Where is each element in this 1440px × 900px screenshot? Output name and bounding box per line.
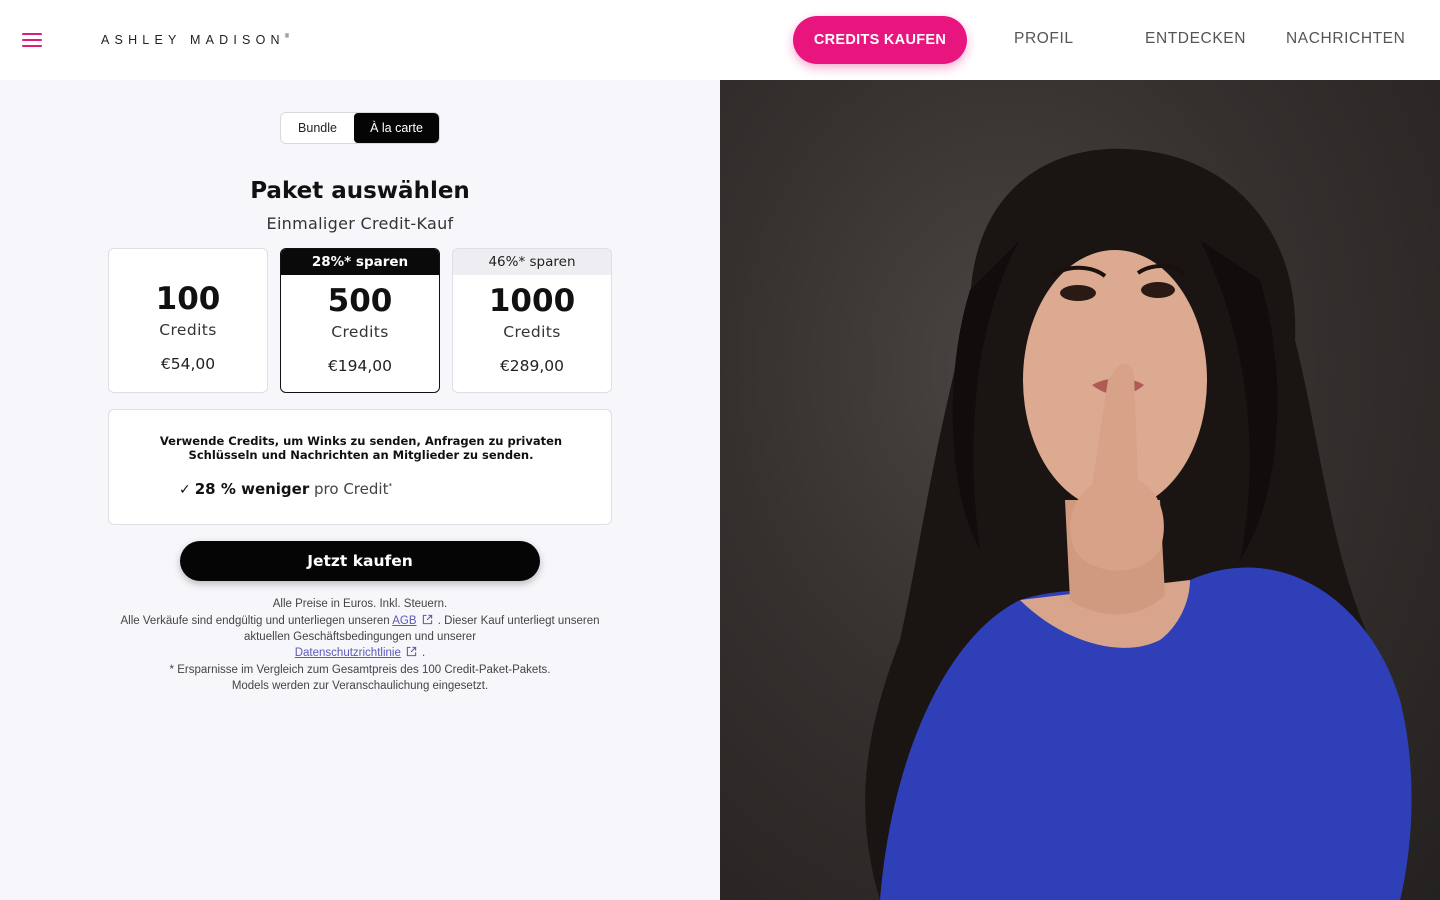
package-amount: 1000 <box>488 283 576 319</box>
page-title: Paket auswählen <box>250 178 470 204</box>
package-price: €194,00 <box>327 357 393 375</box>
package-amount: 100 <box>155 281 221 317</box>
package-card-500[interactable]: 28%* sparen 500 Credits €194,00 <box>280 248 440 393</box>
models-note: Models werden zur Veranschaulichung eing… <box>231 680 489 692</box>
woman-portrait-image <box>865 148 1412 900</box>
savings-per-credit: ✓ 28 % weniger pro Credit* <box>179 480 392 498</box>
hero-photo <box>720 80 1440 900</box>
savings-footnote: * Ersparnisse im Vergleich zum Gesamtpre… <box>169 664 551 676</box>
savings-badge: 46%* sparen <box>453 249 611 275</box>
toggle-a-la-carte[interactable]: À la carte <box>354 113 439 143</box>
package-price: €289,00 <box>499 357 565 375</box>
external-link-icon[interactable] <box>422 614 433 625</box>
info-description: Verwende Credits, um Winks zu senden, An… <box>159 434 563 462</box>
legal-note: Alle Verkäufe sind endgültig und unterli… <box>120 614 600 659</box>
savings-badge: 28%* sparen <box>281 249 439 275</box>
package-unit: Credits <box>503 323 561 341</box>
package-amount: 500 <box>327 283 393 319</box>
privacy-link[interactable]: Datenschutzrichtlinie <box>295 647 401 659</box>
external-link-icon[interactable] <box>406 646 417 657</box>
package-type-toggle: Bundle À la carte <box>280 112 440 144</box>
nav-nachrichten[interactable]: NACHRICHTEN <box>1286 30 1405 48</box>
footnote: * Ersparnisse im Vergleich zum Gesamtpre… <box>120 662 600 694</box>
nav-profil[interactable]: PROFIL <box>1014 30 1074 48</box>
saving-mark: * <box>388 482 392 490</box>
page-subtitle: Einmaliger Credit-Kauf <box>266 214 454 233</box>
top-header: ASHLEY MADISON® CREDITS KAUFEN PROFIL EN… <box>0 0 1440 80</box>
price-note: Alle Preise in Euros. Inkl. Steuern. <box>272 598 448 610</box>
package-card-1000[interactable]: 46%* sparen 1000 Credits €289,00 <box>452 248 612 393</box>
package-unit: Credits <box>159 321 217 339</box>
checkmark-icon: ✓ <box>179 482 191 498</box>
buy-now-button[interactable]: Jetzt kaufen <box>180 541 540 581</box>
hamburger-menu-icon[interactable] <box>22 32 42 48</box>
package-price: €54,00 <box>160 355 216 373</box>
nav-entdecken[interactable]: ENTDECKEN <box>1145 30 1246 48</box>
toggle-bundle[interactable]: Bundle <box>281 113 354 143</box>
purchase-panel: Bundle À la carte Paket auswählen Einmal… <box>0 80 720 900</box>
credits-kaufen-button[interactable]: CREDITS KAUFEN <box>793 16 967 64</box>
saving-rest: pro Credit <box>314 480 389 498</box>
package-unit: Credits <box>331 323 389 341</box>
package-card-100[interactable]: 100 Credits €54,00 <box>108 248 268 393</box>
agb-link[interactable]: AGB <box>392 615 416 627</box>
package-info-box: Verwende Credits, um Winks zu senden, An… <box>108 409 612 525</box>
ashley-madison-logo[interactable]: ASHLEY MADISON® <box>101 33 289 47</box>
saving-bold: 28 % weniger <box>194 480 310 498</box>
